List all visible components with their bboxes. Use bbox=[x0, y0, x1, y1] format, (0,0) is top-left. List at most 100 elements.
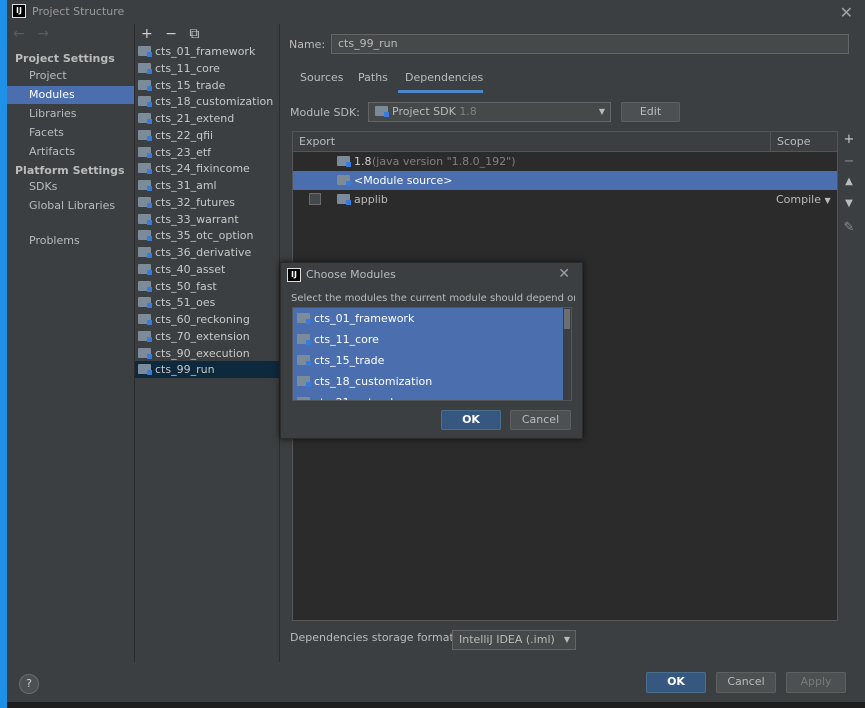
sidebar-item-sdks[interactable]: SDKs bbox=[7, 178, 134, 196]
source-folder-icon bbox=[337, 171, 354, 190]
storage-format-value: IntelliJ IDEA (.iml) bbox=[459, 633, 555, 646]
edit-icon[interactable]: ✎ bbox=[842, 220, 856, 242]
module-list-item[interactable]: cts_11_core bbox=[135, 60, 279, 77]
dialog-cancel-button[interactable]: Cancel bbox=[510, 410, 571, 430]
module-name: cts_15_trade bbox=[155, 78, 226, 92]
module-list-item[interactable]: cts_51_oes bbox=[135, 294, 279, 311]
add-icon[interactable]: + bbox=[141, 26, 153, 42]
scope-column-header[interactable]: Scope bbox=[771, 132, 837, 152]
name-label: Name: bbox=[289, 38, 326, 51]
tab-dependencies[interactable]: Dependencies bbox=[405, 71, 483, 84]
settings-sidebar: Project Settings Project Modules Librari… bbox=[7, 48, 134, 662]
remove-icon[interactable]: − bbox=[165, 26, 177, 42]
module-sdk-select[interactable]: Project SDK 1.8 ▼ bbox=[368, 102, 611, 122]
ok-button[interactable]: OK bbox=[646, 672, 706, 693]
move-down-icon[interactable]: ▼ bbox=[842, 198, 856, 220]
sidebar-item-problems[interactable]: Problems bbox=[7, 232, 134, 250]
module-list-item[interactable]: cts_21_extend bbox=[135, 110, 279, 127]
module-name: cts_21_extend bbox=[314, 396, 393, 400]
module-list-item[interactable]: cts_15_trade bbox=[135, 77, 279, 94]
module-list-item[interactable]: cts_70_extension bbox=[135, 328, 279, 345]
module-list-item[interactable]: cts_31_aml bbox=[135, 177, 279, 194]
sidebar-item-facets[interactable]: Facets bbox=[7, 124, 134, 142]
add-icon[interactable]: + bbox=[842, 132, 856, 154]
close-icon[interactable]: ✕ bbox=[840, 3, 853, 22]
tab-sources[interactable]: Sources bbox=[300, 71, 344, 84]
module-name: cts_99_run bbox=[155, 363, 215, 377]
module-folder-icon bbox=[138, 247, 152, 258]
sidebar-item-artifacts[interactable]: Artifacts bbox=[7, 143, 134, 161]
module-folder-icon bbox=[297, 397, 310, 400]
dialog-module-item[interactable]: cts_15_trade bbox=[293, 350, 563, 371]
dialog-module-item[interactable]: cts_01_framework bbox=[293, 308, 563, 329]
dependency-row-module-source[interactable]: <Module source> bbox=[293, 171, 837, 190]
module-folder-icon bbox=[138, 96, 152, 108]
module-name-field[interactable]: cts_99_run bbox=[331, 34, 849, 54]
dialog-module-item[interactable]: cts_21_extend bbox=[293, 392, 563, 400]
dependency-row-jdk[interactable]: 1.8 (java version "1.8.0_192") bbox=[293, 152, 837, 171]
sidebar-item-project[interactable]: Project bbox=[7, 67, 134, 85]
module-folder-icon bbox=[138, 364, 152, 376]
module-list-item[interactable]: cts_99_run bbox=[135, 361, 279, 379]
sidebar-item-global-libraries[interactable]: Global Libraries bbox=[7, 197, 134, 215]
module-list-item[interactable]: cts_60_reckoning bbox=[135, 311, 279, 328]
history-nav: ← → bbox=[13, 26, 57, 42]
module-list-item[interactable]: cts_01_framework bbox=[135, 43, 279, 60]
module-folder-icon bbox=[297, 334, 311, 345]
storage-format-select[interactable]: IntelliJ IDEA (.iml) ▼ bbox=[452, 630, 576, 650]
sdk-folder-icon bbox=[375, 106, 389, 117]
back-arrow-icon[interactable]: ← bbox=[13, 26, 25, 42]
module-list-item[interactable]: cts_23_etf bbox=[135, 144, 279, 161]
sdk-version: 1.8 bbox=[459, 105, 477, 118]
module-name: cts_70_extension bbox=[155, 329, 250, 343]
module-name: cts_32_futures bbox=[155, 195, 235, 209]
scope-select[interactable]: Compile ▼ bbox=[776, 190, 831, 210]
module-list-item[interactable]: cts_22_qfii bbox=[135, 127, 279, 144]
dialog-title: Choose Modules bbox=[306, 268, 396, 281]
module-list-item[interactable]: cts_90_execution bbox=[135, 345, 279, 362]
module-folder-icon bbox=[138, 230, 152, 242]
desktop-edge bbox=[0, 0, 7, 708]
module-list-item[interactable]: cts_36_derivative bbox=[135, 244, 279, 261]
module-list-item[interactable]: cts_35_otc_option bbox=[135, 227, 279, 244]
module-name: cts_11_core bbox=[155, 61, 220, 75]
cancel-button[interactable]: Cancel bbox=[716, 672, 776, 693]
choose-modules-dialog: IJ Choose Modules ✕ Select the modules t… bbox=[280, 262, 583, 439]
export-column-header[interactable]: Export bbox=[293, 132, 771, 152]
sidebar-item-modules[interactable]: Modules bbox=[7, 86, 134, 104]
export-checkbox[interactable] bbox=[309, 193, 321, 205]
remove-icon[interactable]: − bbox=[842, 154, 856, 176]
module-list-item[interactable]: cts_40_asset bbox=[135, 261, 279, 278]
copy-icon[interactable]: ⧉ bbox=[189, 26, 199, 42]
module-folder-icon bbox=[138, 314, 152, 325]
module-name: cts_40_asset bbox=[155, 262, 226, 276]
sidebar-item-libraries[interactable]: Libraries bbox=[7, 105, 134, 123]
scrollbar-thumb[interactable] bbox=[564, 309, 570, 329]
scrollbar[interactable] bbox=[563, 308, 571, 400]
module-name: cts_60_reckoning bbox=[155, 313, 250, 326]
platform-settings-heading: Platform Settings bbox=[15, 164, 125, 177]
intellij-app-icon: IJ bbox=[287, 268, 301, 282]
jdk-folder-icon bbox=[337, 152, 354, 171]
module-name: cts_15_trade bbox=[314, 354, 385, 367]
module-list-item[interactable]: cts_50_fast bbox=[135, 278, 279, 295]
edit-sdk-button[interactable]: Edit bbox=[621, 102, 680, 122]
module-name: cts_01_framework bbox=[155, 45, 256, 58]
move-up-icon[interactable]: ▲ bbox=[842, 176, 856, 198]
dialog-module-item[interactable]: cts_11_core bbox=[293, 329, 563, 350]
apply-button[interactable]: Apply bbox=[786, 672, 846, 693]
module-list-item[interactable]: cts_18_customization bbox=[135, 93, 279, 110]
module-list-item[interactable]: cts_24_fixincome bbox=[135, 160, 279, 177]
dialog-ok-button[interactable]: OK bbox=[441, 410, 501, 430]
tab-paths[interactable]: Paths bbox=[358, 71, 388, 84]
module-list-item[interactable]: cts_32_futures bbox=[135, 194, 279, 211]
help-button[interactable]: ? bbox=[19, 674, 39, 694]
module-folder-icon bbox=[297, 376, 311, 387]
dependency-row-applib[interactable]: applib Compile ▼ bbox=[293, 190, 837, 209]
module-folder-icon bbox=[297, 313, 311, 324]
module-folder-icon bbox=[138, 330, 152, 342]
dialog-module-item[interactable]: cts_18_customization bbox=[293, 371, 563, 392]
module-list-item[interactable]: cts_33_warrant bbox=[135, 211, 279, 228]
forward-arrow-icon[interactable]: → bbox=[37, 26, 49, 42]
close-icon[interactable]: ✕ bbox=[558, 266, 570, 282]
